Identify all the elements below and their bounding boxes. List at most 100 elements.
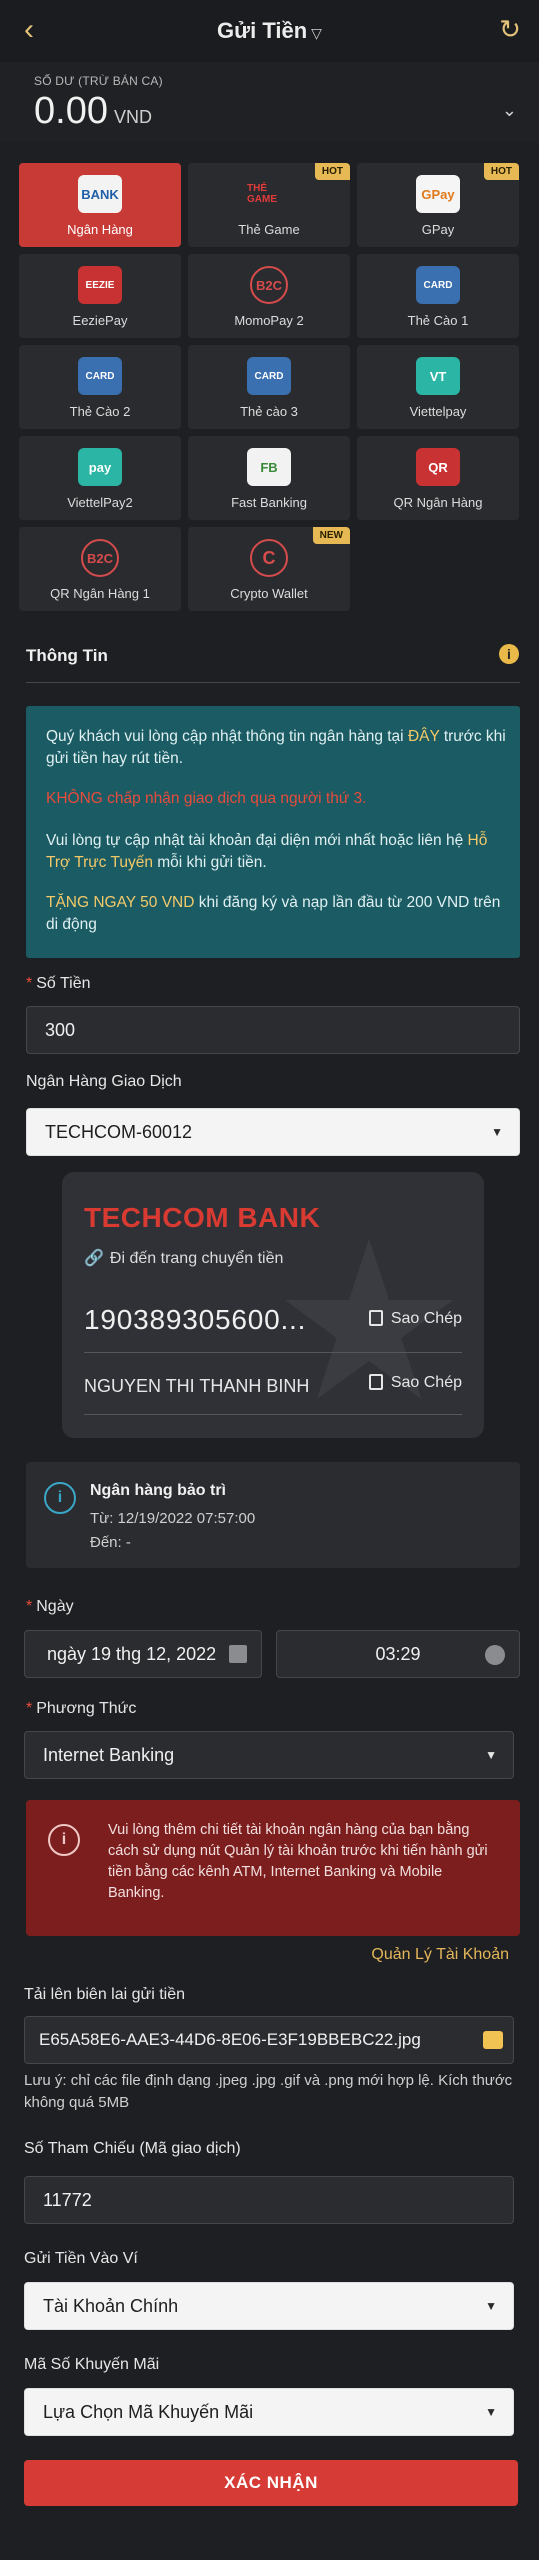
copy-account-number-button[interactable]: Sao Chép — [368, 1310, 462, 1328]
payment-method-label: ViettelPay2 — [67, 495, 133, 510]
payment-method-13[interactable]: B2C QR Ngân Hàng 1 — [19, 527, 181, 611]
payment-method-7[interactable]: CARD Thẻ Cào 2 — [19, 345, 181, 429]
account-number: 190389305600... — [84, 1304, 307, 1335]
balance-panel: SỐ DƯ (TRỪ BÁN CA) 0.00 VND ⌄ — [0, 62, 539, 142]
third-party-warning: KHÔNG chấp nhận giao dịch qua người thứ … — [46, 790, 367, 807]
payment-method-3[interactable]: GPay GPay HOT — [357, 163, 519, 247]
payment-method-label: Thẻ Cào 1 — [407, 313, 469, 328]
method-label: * Phương Thức — [26, 1700, 137, 1717]
update-here-link[interactable]: ĐÂY — [408, 728, 440, 745]
wallet-select[interactable]: Tài Khoản Chính ▼ — [24, 2282, 514, 2330]
notice-support-text: Vui lòng tự cập nhật tài khoản đại diện … — [46, 830, 506, 874]
goto-transfer-link[interactable]: 🔗 Đi đến trang chuyển tiền — [84, 1248, 283, 1268]
maintenance-title: Ngân hàng bảo trì — [90, 1482, 226, 1499]
wallet-label: Gửi Tiền Vào Ví — [24, 2250, 138, 2267]
info-circle-icon: i — [48, 1824, 80, 1856]
payment-method-2[interactable]: THẺ GAME Thẻ Game HOT — [188, 163, 350, 247]
bank-account-card: ★ TECHCOM BANK 🔗 Đi đến trang chuyển tiền… — [62, 1172, 484, 1438]
reference-label: Số Tham Chiếu (Mã giao dịch) — [24, 2140, 241, 2157]
copy-icon — [368, 1374, 383, 1390]
payment-method-icon: CARD — [78, 357, 122, 395]
payment-method-8[interactable]: CARD Thẻ cào 3 — [188, 345, 350, 429]
camera-icon[interactable] — [483, 2031, 503, 2049]
refresh-icon[interactable]: ↻ — [495, 14, 525, 44]
payment-method-label: QR Ngân Hàng 1 — [50, 586, 150, 601]
clock-icon — [485, 1645, 505, 1665]
copy-label: Sao Chép — [390, 1310, 462, 1327]
method-badge: HOT — [483, 163, 519, 180]
top-bar: ‹ Gửi Tiền ▽ ↻ — [0, 0, 539, 62]
info-icon[interactable]: i — [499, 644, 519, 664]
payment-method-1[interactable]: BANK Ngân Hàng — [19, 163, 181, 247]
divider — [26, 682, 520, 683]
info-section-title: Thông Tin — [26, 646, 108, 665]
account-warning: i Vui lòng thêm chi tiết tài khoản ngân … — [26, 1800, 520, 1936]
payment-method-label: Thẻ Game — [238, 222, 300, 237]
reference-input[interactable]: 11772 — [24, 2176, 514, 2224]
account-name: NGUYEN THI THANH BINH — [84, 1376, 310, 1396]
payment-method-label: QR Ngân Hàng — [393, 495, 483, 510]
chevron-down-icon: ▽ — [311, 25, 322, 41]
payment-method-label: Fast Banking — [231, 495, 307, 510]
method-select[interactable]: Internet Banking ▼ — [24, 1731, 514, 1779]
balance-toggle-chevron-icon[interactable]: ⌄ — [502, 100, 517, 121]
receipt-upload-input[interactable]: E65A58E6-AAE3-44D6-8E06-E3F19BBEBC22.jpg — [24, 2016, 514, 2064]
calendar-icon — [229, 1645, 247, 1663]
info-circle-icon: i — [44, 1482, 76, 1514]
time-value: 03:29 — [375, 1644, 421, 1664]
notice-promo-text: TẶNG NGAY 50 VND khi đăng ký và nạp lần … — [46, 892, 506, 936]
payment-method-icon: GPay — [416, 175, 460, 213]
payment-method-icon: QR — [416, 448, 460, 486]
promo-link[interactable]: TẶNG NGAY 50 VND — [46, 894, 194, 911]
payment-method-10[interactable]: pay ViettelPay2 — [19, 436, 181, 520]
payment-method-icon: CARD — [416, 266, 460, 304]
payment-method-icon: BANK — [78, 175, 122, 213]
bank-select-value: TECHCOM-60012 — [45, 1122, 193, 1142]
divider — [84, 1414, 462, 1415]
amount-input[interactable]: 300 — [26, 1006, 520, 1054]
payment-method-label: Thẻ Cào 2 — [69, 404, 131, 419]
time-picker[interactable]: 03:29 — [276, 1630, 520, 1678]
amount-label: * Số Tiền — [26, 975, 91, 992]
payment-method-label: EeziePay — [72, 313, 128, 328]
payment-method-icon: pay — [78, 448, 122, 486]
payment-method-6[interactable]: CARD Thẻ Cào 1 — [357, 254, 519, 338]
payment-method-9[interactable]: VT Viettelpay — [357, 345, 519, 429]
method-value: Internet Banking — [43, 1745, 175, 1765]
maintenance-to: Đến: - — [90, 1534, 131, 1551]
promo-code-select[interactable]: Lựa Chọn Mã Khuyến Mãi ▼ — [24, 2388, 514, 2436]
payment-method-11[interactable]: FB Fast Banking — [188, 436, 350, 520]
warning-text: Vui lòng thêm chi tiết tài khoản ngân hà… — [108, 1822, 488, 1901]
maintenance-from: Từ: 12/19/2022 07:57:00 — [90, 1510, 256, 1527]
payment-method-icon: B2C — [81, 539, 119, 577]
manage-account-link[interactable]: Quản Lý Tài Khoản — [371, 1946, 509, 1964]
info-notice: Quý khách vui lòng cập nhật thông tin ng… — [26, 706, 520, 958]
date-picker[interactable]: ngày 19 thg 12, 2022 — [24, 1630, 262, 1678]
promo-code-value: Lựa Chọn Mã Khuyến Mãi — [43, 2402, 254, 2422]
confirm-button[interactable]: XÁC NHẬN — [24, 2460, 518, 2506]
divider — [84, 1352, 462, 1353]
date-label-text: Ngày — [36, 1598, 74, 1615]
method-badge: HOT — [314, 163, 350, 180]
copy-label: Sao Chép — [390, 1374, 462, 1391]
payment-method-12[interactable]: QR QR Ngân Hàng — [357, 436, 519, 520]
copy-account-name-button[interactable]: Sao Chép — [368, 1374, 462, 1392]
amount-label-text: Số Tiền — [36, 975, 91, 992]
payment-method-5[interactable]: B2C MomoPay 2 — [188, 254, 350, 338]
payment-method-icon: THẺ GAME — [247, 175, 291, 213]
caret-down-icon: ▼ — [485, 2299, 497, 2313]
caret-down-icon: ▼ — [491, 1125, 503, 1139]
payment-method-label: Viettelpay — [409, 404, 467, 419]
upload-label: Tải lên biên lai gửi tiền — [24, 1986, 186, 2003]
notice-text-c: Vui lòng tự cập nhật tài khoản đại diện … — [46, 832, 468, 849]
payment-method-label: MomoPay 2 — [234, 313, 304, 328]
payment-method-label: Thẻ cào 3 — [240, 404, 298, 419]
date-label: * Ngày — [26, 1598, 74, 1615]
balance-value: 0.00 — [34, 90, 108, 132]
bank-select[interactable]: TECHCOM-60012 ▼ — [26, 1108, 520, 1156]
payment-method-14[interactable]: C Crypto Wallet NEW — [188, 527, 350, 611]
balance-amount: 0.00 VND — [34, 90, 152, 133]
caret-down-icon: ▼ — [485, 1748, 497, 1762]
payment-method-4[interactable]: EEZIE EeziePay — [19, 254, 181, 338]
page-title[interactable]: Gửi Tiền ▽ — [0, 18, 539, 44]
